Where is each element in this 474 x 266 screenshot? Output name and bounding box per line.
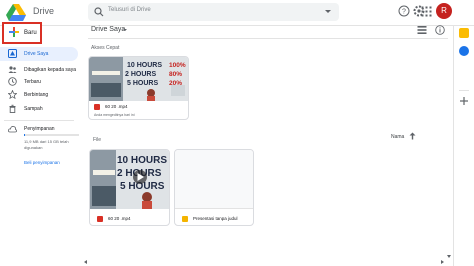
- slides-file-icon: [182, 216, 188, 222]
- files-label: File: [93, 137, 102, 143]
- sort-arrow-up-icon[interactable]: [409, 132, 416, 140]
- sidebar-item-my-drive[interactable]: Drive Saya: [0, 47, 78, 61]
- drive-logo-icon[interactable]: [6, 4, 26, 21]
- thumb-pct-1: 100%: [169, 62, 186, 69]
- search-icon[interactable]: [94, 7, 104, 17]
- thumb-line-2: 2 HOURS: [125, 71, 156, 78]
- buy-storage-link[interactable]: Beli penyimpanan: [24, 160, 60, 165]
- list-view-icon[interactable]: [417, 25, 427, 35]
- storage-usage-text: 11,9 MB dari 15 GB telah digunakan: [24, 139, 69, 150]
- sort-by-name[interactable]: Nama: [391, 134, 404, 140]
- apps-grid-icon[interactable]: [421, 6, 432, 17]
- video-file-icon: [97, 216, 103, 222]
- video-thumbnail: 10 HOURS 2 HOURS 5 HOURS 100% 80% 20%: [89, 57, 188, 101]
- file-name: 60 20 .mp4: [108, 216, 131, 221]
- video-thumbnail: 10 HOURS 2 HOURS 5 HOURS: [90, 150, 169, 209]
- cloud-storage-icon: [8, 126, 17, 133]
- sidebar-item-label: Terbaru: [24, 79, 41, 85]
- quick-access-card[interactable]: 10 HOURS 2 HOURS 5 HOURS 100% 80% 20% 60…: [88, 56, 189, 120]
- account-avatar[interactable]: R: [436, 3, 452, 19]
- my-drive-icon: [8, 49, 17, 58]
- star-icon: [8, 90, 17, 99]
- scroll-down-icon[interactable]: [447, 255, 451, 258]
- search-bar[interactable]: Telusuri di Drive: [88, 3, 339, 21]
- scroll-right-icon[interactable]: [441, 260, 444, 264]
- plus-icon: [9, 27, 19, 37]
- file-card-video[interactable]: 10 HOURS 2 HOURS 5 HOURS 60 20 .mp4: [89, 149, 170, 226]
- thumb-pct-2: 80%: [169, 71, 182, 78]
- sidebar-item-trash[interactable]: Sampah: [0, 102, 78, 116]
- help-icon[interactable]: ?: [398, 5, 410, 17]
- sidebar-item-starred[interactable]: Berbintang: [0, 88, 78, 102]
- sidebar-item-label: Drive Saya: [24, 51, 49, 57]
- search-options-icon[interactable]: [325, 10, 331, 13]
- scroll-left-icon[interactable]: [84, 260, 87, 264]
- file-name: 60 20 .mp4: [105, 104, 128, 109]
- thumb-line-3: 5 HOURS: [127, 80, 158, 87]
- sidebar-item-recent[interactable]: Terbaru: [0, 75, 78, 89]
- clock-icon: [8, 77, 17, 86]
- thumb-line-1: 10 HOURS: [127, 62, 162, 69]
- sidebar-divider: [4, 120, 74, 121]
- app-title[interactable]: Drive: [33, 6, 54, 16]
- file-name: Presentasi tanpa judul: [193, 216, 238, 221]
- sidebar-item-label: Berbintang: [24, 92, 49, 98]
- file-activity: Anda mengeditnya hari ini: [94, 113, 135, 117]
- new-button[interactable]: Baru: [2, 22, 42, 44]
- keep-icon[interactable]: [459, 28, 469, 38]
- shared-icon: [8, 66, 17, 73]
- file-card-slides[interactable]: Presentasi tanpa judul: [174, 149, 254, 226]
- sidebar-item-label: Sampah: [24, 106, 43, 112]
- svg-text:?: ?: [402, 9, 406, 16]
- chevron-down-icon[interactable]: [123, 29, 127, 31]
- trash-icon: [9, 104, 16, 113]
- storage-title[interactable]: Penyimpanan: [24, 126, 55, 132]
- sidebar-item-label: Dibagikan kepada saya: [24, 67, 76, 73]
- side-panel: [453, 26, 474, 266]
- main-header: Drive Saya: [88, 23, 448, 39]
- info-icon[interactable]: [435, 25, 445, 35]
- search-input[interactable]: Telusuri di Drive: [108, 7, 151, 13]
- quick-access-label: Akses Cepat: [91, 45, 120, 51]
- video-file-icon: [94, 104, 100, 110]
- side-panel-divider: [459, 90, 469, 91]
- storage-usage-fill: [24, 134, 26, 136]
- thumb-pct-3: 20%: [169, 80, 182, 87]
- page-title[interactable]: Drive Saya: [91, 26, 125, 33]
- thumb-line-1: 10 HOURS: [117, 155, 167, 166]
- add-addon-icon[interactable]: [459, 96, 469, 106]
- tasks-icon[interactable]: [459, 46, 469, 56]
- slides-thumbnail: [175, 150, 253, 209]
- new-button-label: Baru: [24, 30, 37, 36]
- storage-usage-bar: [24, 134, 79, 136]
